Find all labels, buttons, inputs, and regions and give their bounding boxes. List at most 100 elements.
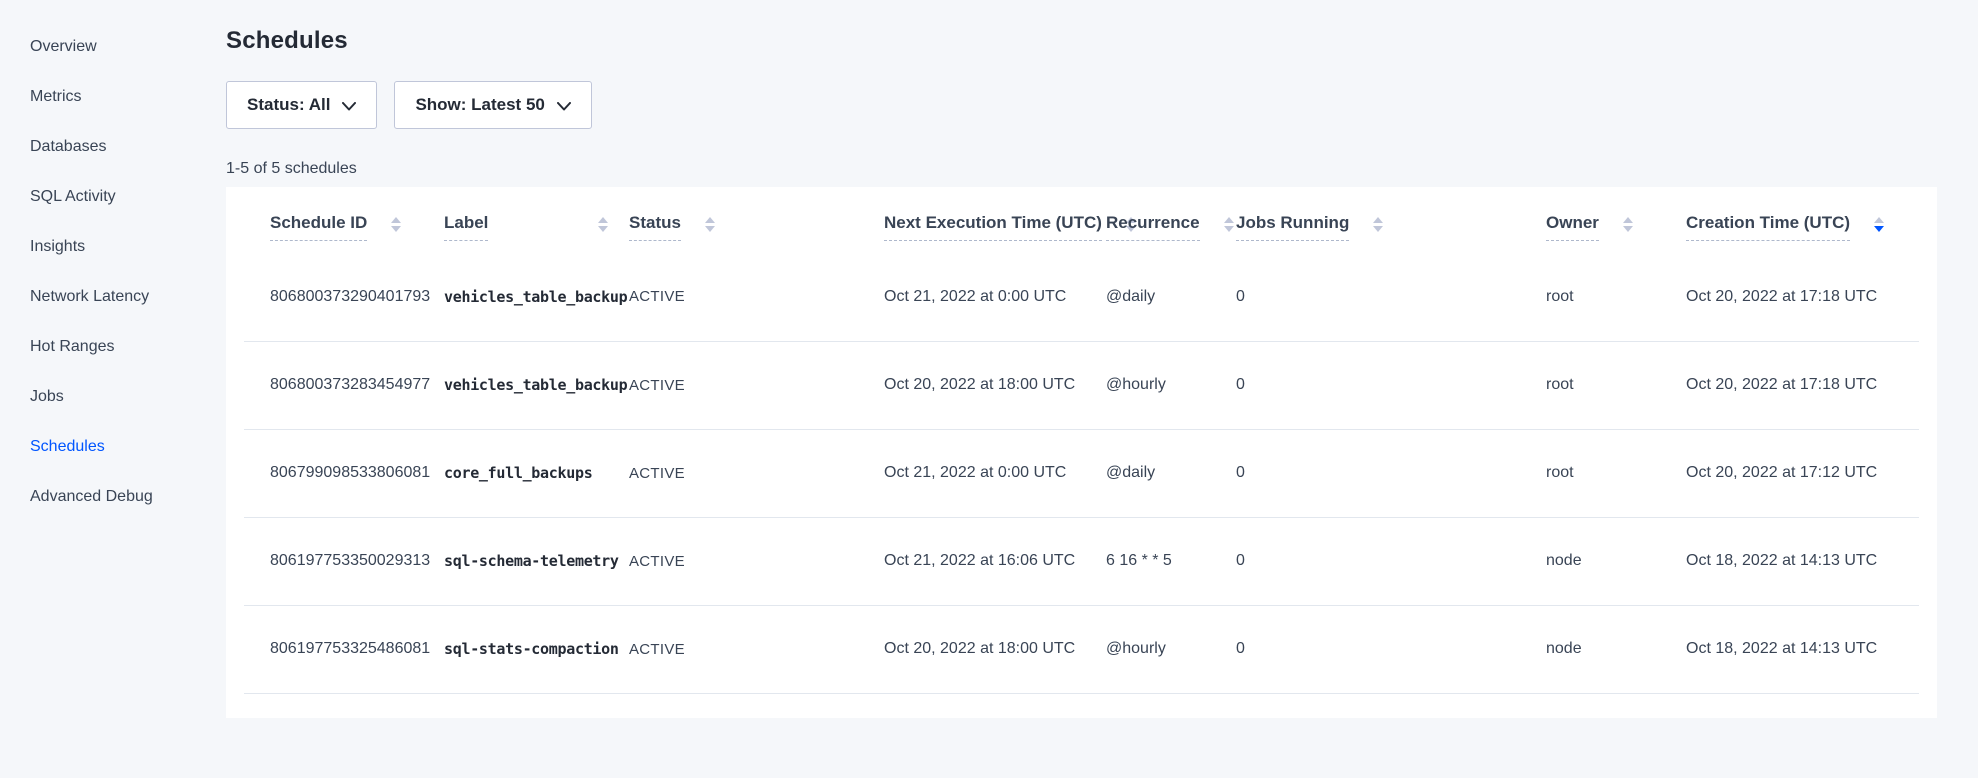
column-label: Schedule ID bbox=[270, 213, 367, 241]
creation-time-cell: Oct 20, 2022 at 17:18 UTC bbox=[1686, 341, 1919, 429]
next-execution-cell: Oct 20, 2022 at 18:00 UTC bbox=[884, 605, 1106, 693]
next-execution-cell: Oct 20, 2022 at 18:00 UTC bbox=[884, 341, 1106, 429]
creation-time-cell: Oct 18, 2022 at 14:13 UTC bbox=[1686, 605, 1919, 693]
owner-cell: node bbox=[1546, 517, 1686, 605]
schedule-id-cell: 806197753325486081 bbox=[244, 605, 444, 693]
chevron-down-icon bbox=[342, 96, 356, 116]
sort-desc-icon bbox=[598, 226, 608, 232]
sort-asc-icon bbox=[598, 217, 608, 223]
recurrence-cell: @hourly bbox=[1106, 605, 1236, 693]
sidebar-item-jobs[interactable]: Jobs bbox=[0, 372, 226, 422]
table-row: 806800373283454977 vehicles_table_backup… bbox=[244, 341, 1919, 429]
status-cell: ACTIVE bbox=[629, 429, 884, 517]
filters-bar: Status: All Show: Latest 50 bbox=[226, 81, 1937, 129]
column-header-recurrence[interactable]: Recurrence bbox=[1106, 187, 1236, 253]
column-label: Owner bbox=[1546, 213, 1599, 241]
next-execution-cell: Oct 21, 2022 at 16:06 UTC bbox=[884, 517, 1106, 605]
table-row: 806197753325486081 sql-stats-compaction … bbox=[244, 605, 1919, 693]
column-header-creation-time[interactable]: Creation Time (UTC) bbox=[1686, 187, 1919, 253]
sort-toggle-icon[interactable] bbox=[1623, 217, 1633, 232]
sort-desc-icon bbox=[705, 226, 715, 232]
page-title: Schedules bbox=[226, 27, 1937, 55]
recurrence-cell: @daily bbox=[1106, 429, 1236, 517]
jobs-running-cell: 0 bbox=[1236, 605, 1546, 693]
owner-cell: node bbox=[1546, 605, 1686, 693]
column-label: Creation Time (UTC) bbox=[1686, 213, 1850, 241]
show-filter-label: Show: Latest 50 bbox=[415, 95, 544, 115]
sort-toggle-icon[interactable] bbox=[598, 217, 608, 232]
status-cell: ACTIVE bbox=[629, 605, 884, 693]
sort-asc-icon bbox=[391, 217, 401, 223]
sort-desc-icon bbox=[391, 226, 401, 232]
table-row: 806800373290401793 vehicles_table_backup… bbox=[244, 253, 1919, 341]
column-label: Next Execution Time (UTC) bbox=[884, 213, 1102, 241]
schedules-table-card: Schedule ID Label Stat bbox=[226, 187, 1937, 718]
schedule-id-cell: 806197753350029313 bbox=[244, 517, 444, 605]
column-header-schedule-id[interactable]: Schedule ID bbox=[244, 187, 444, 253]
sort-toggle-icon[interactable] bbox=[391, 217, 401, 232]
schedule-id-cell: 806799098533806081 bbox=[244, 429, 444, 517]
sidebar-item-advanced-debug[interactable]: Advanced Debug bbox=[0, 472, 226, 522]
sort-desc-icon bbox=[1874, 226, 1884, 232]
recurrence-cell: 6 16 * * 5 bbox=[1106, 517, 1236, 605]
creation-time-cell: Oct 20, 2022 at 17:18 UTC bbox=[1686, 253, 1919, 341]
schedule-label-cell: sql-schema-telemetry bbox=[444, 517, 629, 605]
results-count: 1-5 of 5 schedules bbox=[226, 160, 1937, 178]
creation-time-cell: Oct 20, 2022 at 17:12 UTC bbox=[1686, 429, 1919, 517]
next-execution-cell: Oct 21, 2022 at 0:00 UTC bbox=[884, 253, 1106, 341]
show-filter-dropdown[interactable]: Show: Latest 50 bbox=[394, 81, 591, 129]
sort-desc-icon bbox=[1623, 226, 1633, 232]
sidebar-item-network-latency[interactable]: Network Latency bbox=[0, 272, 226, 322]
schedule-label-cell: sql-stats-compaction bbox=[444, 605, 629, 693]
chevron-down-icon bbox=[557, 96, 571, 116]
schedule-label-cell: core_full_backups bbox=[444, 429, 629, 517]
recurrence-cell: @hourly bbox=[1106, 341, 1236, 429]
schedule-label-cell: vehicles_table_backup bbox=[444, 253, 629, 341]
status-cell: ACTIVE bbox=[629, 517, 884, 605]
column-label: Status bbox=[629, 213, 681, 241]
sort-desc-icon bbox=[1373, 226, 1383, 232]
jobs-running-cell: 0 bbox=[1236, 341, 1546, 429]
sort-toggle-icon[interactable] bbox=[1224, 217, 1234, 232]
sidebar-item-databases[interactable]: Databases bbox=[0, 122, 226, 172]
schedule-id-cell: 806800373283454977 bbox=[244, 341, 444, 429]
schedule-id-cell: 806800373290401793 bbox=[244, 253, 444, 341]
sidebar-item-schedules[interactable]: Schedules bbox=[0, 422, 226, 472]
status-filter-dropdown[interactable]: Status: All bbox=[226, 81, 377, 129]
status-cell: ACTIVE bbox=[629, 253, 884, 341]
owner-cell: root bbox=[1546, 341, 1686, 429]
sidebar-item-hot-ranges[interactable]: Hot Ranges bbox=[0, 322, 226, 372]
table-header-row: Schedule ID Label Stat bbox=[244, 187, 1919, 253]
sort-asc-icon bbox=[1874, 217, 1884, 223]
sort-toggle-icon[interactable] bbox=[1874, 217, 1884, 232]
sort-asc-icon bbox=[1623, 217, 1633, 223]
schedules-table: Schedule ID Label Stat bbox=[244, 187, 1919, 694]
column-header-label[interactable]: Label bbox=[444, 187, 629, 253]
sort-asc-icon bbox=[705, 217, 715, 223]
column-header-jobs-running[interactable]: Jobs Running bbox=[1236, 187, 1546, 253]
sort-toggle-icon[interactable] bbox=[1373, 217, 1383, 232]
sidebar-item-sql-activity[interactable]: SQL Activity bbox=[0, 172, 226, 222]
sidebar-item-insights[interactable]: Insights bbox=[0, 222, 226, 272]
sidebar-item-overview[interactable]: Overview bbox=[0, 22, 226, 72]
status-filter-label: Status: All bbox=[247, 95, 330, 115]
jobs-running-cell: 0 bbox=[1236, 253, 1546, 341]
sidebar-item-metrics[interactable]: Metrics bbox=[0, 72, 226, 122]
column-label: Recurrence bbox=[1106, 213, 1200, 241]
column-header-next-execution[interactable]: Next Execution Time (UTC) bbox=[884, 187, 1106, 253]
creation-time-cell: Oct 18, 2022 at 14:13 UTC bbox=[1686, 517, 1919, 605]
sort-asc-icon bbox=[1373, 217, 1383, 223]
column-header-owner[interactable]: Owner bbox=[1546, 187, 1686, 253]
status-cell: ACTIVE bbox=[629, 341, 884, 429]
jobs-running-cell: 0 bbox=[1236, 429, 1546, 517]
column-label: Label bbox=[444, 213, 488, 241]
jobs-running-cell: 0 bbox=[1236, 517, 1546, 605]
column-label: Jobs Running bbox=[1236, 213, 1349, 241]
owner-cell: root bbox=[1546, 429, 1686, 517]
column-header-status[interactable]: Status bbox=[629, 187, 884, 253]
table-row: 806799098533806081 core_full_backups ACT… bbox=[244, 429, 1919, 517]
schedule-label-cell: vehicles_table_backup bbox=[444, 341, 629, 429]
recurrence-cell: @daily bbox=[1106, 253, 1236, 341]
main-content: Schedules Status: All Show: Latest 50 1-… bbox=[226, 0, 1937, 718]
sort-toggle-icon[interactable] bbox=[705, 217, 715, 232]
